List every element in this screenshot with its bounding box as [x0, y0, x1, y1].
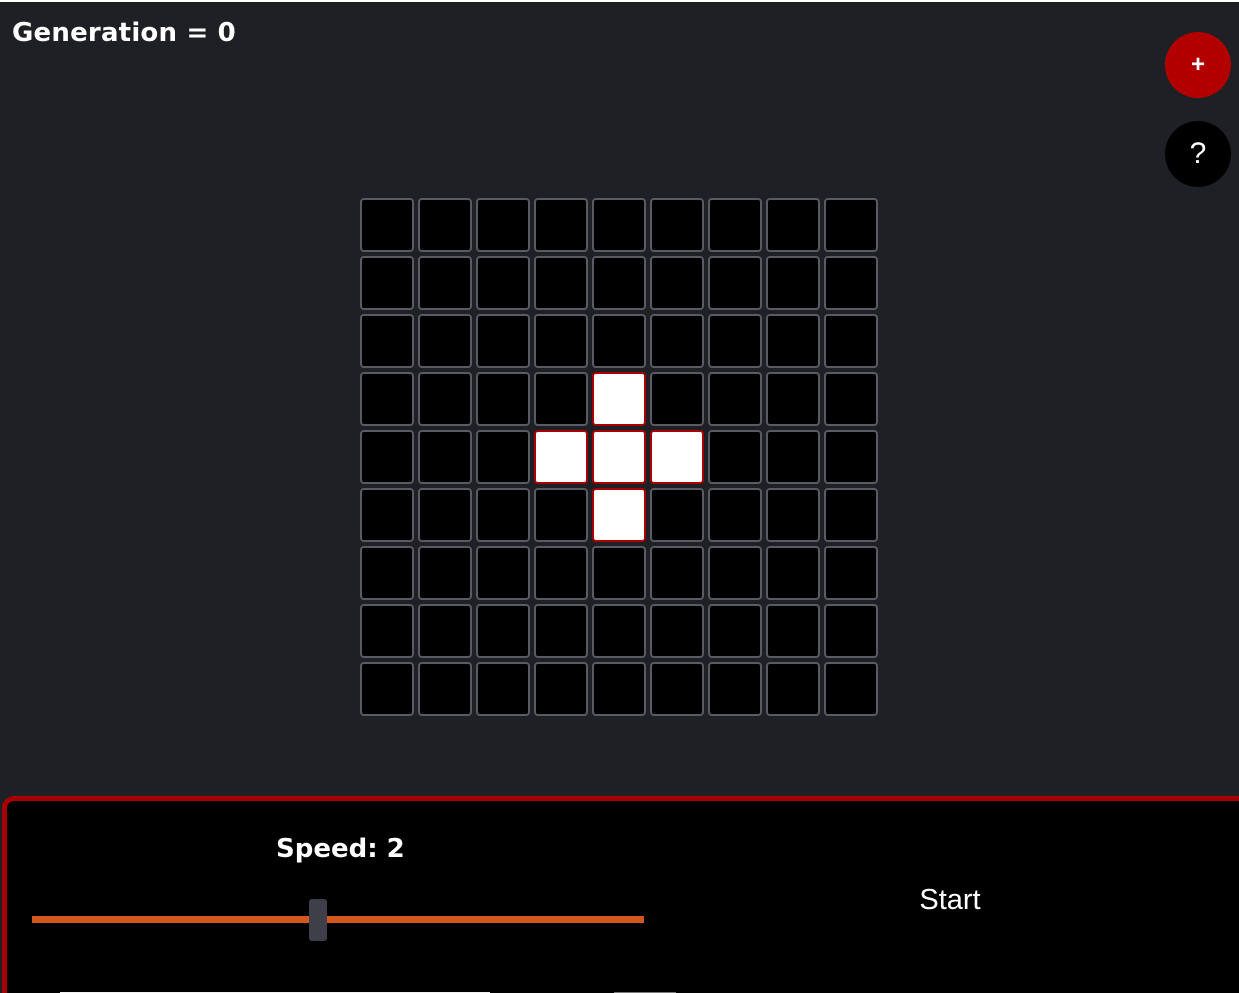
grid-cell[interactable] [824, 604, 878, 658]
grid-cell[interactable] [476, 198, 530, 252]
grid-cell[interactable] [650, 488, 704, 542]
grid-cell[interactable] [650, 662, 704, 716]
grid-cell[interactable] [824, 314, 878, 368]
grid-cell[interactable] [360, 314, 414, 368]
grid-cell[interactable] [360, 256, 414, 310]
grid-cell-alive[interactable] [592, 488, 646, 542]
grid-cell[interactable] [360, 604, 414, 658]
grid-cell[interactable] [476, 488, 530, 542]
grid-cell[interactable] [708, 372, 762, 426]
grid-cell[interactable] [650, 314, 704, 368]
grid-cell[interactable] [418, 372, 472, 426]
add-button[interactable]: + [1165, 32, 1231, 98]
grid-cell[interactable] [592, 198, 646, 252]
grid-cell[interactable] [418, 430, 472, 484]
grid-cell[interactable] [534, 256, 588, 310]
grid-cell[interactable] [534, 314, 588, 368]
grid-cell[interactable] [824, 198, 878, 252]
grid-cell[interactable] [708, 198, 762, 252]
grid-cell[interactable] [418, 488, 472, 542]
slider-track[interactable] [32, 916, 644, 923]
grid-cell[interactable] [650, 372, 704, 426]
grid-cell[interactable] [360, 488, 414, 542]
grid-cell[interactable] [650, 604, 704, 658]
grid-cell[interactable] [418, 546, 472, 600]
grid-cell[interactable] [534, 372, 588, 426]
plus-icon: + [1190, 51, 1205, 78]
grid-cell[interactable] [476, 604, 530, 658]
grid-cell[interactable] [650, 546, 704, 600]
grid-cell[interactable] [766, 314, 820, 368]
grid-cell[interactable] [650, 198, 704, 252]
grid-cell-alive[interactable] [592, 430, 646, 484]
grid-cell[interactable] [534, 546, 588, 600]
life-grid [360, 198, 882, 720]
grid-cell[interactable] [766, 198, 820, 252]
grid-cell[interactable] [418, 256, 472, 310]
grid-cell[interactable] [476, 256, 530, 310]
grid-cell[interactable] [592, 314, 646, 368]
grid-cell[interactable] [708, 488, 762, 542]
grid-cell[interactable] [476, 662, 530, 716]
grid-cell[interactable] [534, 604, 588, 658]
grid-cell[interactable] [766, 662, 820, 716]
grid-cell[interactable] [824, 662, 878, 716]
grid-cell[interactable] [360, 430, 414, 484]
grid-cell[interactable] [824, 546, 878, 600]
start-button[interactable]: Start [900, 878, 1000, 922]
slider-thumb[interactable] [308, 899, 327, 941]
grid-cell[interactable] [360, 372, 414, 426]
grid-cell[interactable] [766, 256, 820, 310]
grid-cell[interactable] [476, 546, 530, 600]
grid-cell[interactable] [708, 604, 762, 658]
grid-cell[interactable] [708, 314, 762, 368]
question-mark-icon: ? [1189, 137, 1207, 170]
grid-cell[interactable] [766, 488, 820, 542]
grid-cell[interactable] [418, 314, 472, 368]
grid-cell[interactable] [534, 662, 588, 716]
grid-cell[interactable] [708, 256, 762, 310]
grid-cell[interactable] [766, 604, 820, 658]
grid-cell[interactable] [418, 198, 472, 252]
grid-cell[interactable] [476, 430, 530, 484]
control-panel [2, 796, 1239, 993]
grid-cell[interactable] [592, 604, 646, 658]
grid-cell[interactable] [824, 430, 878, 484]
grid-cell[interactable] [534, 198, 588, 252]
grid-cell[interactable] [360, 546, 414, 600]
grid-cell[interactable] [360, 662, 414, 716]
grid-cell[interactable] [708, 430, 762, 484]
grid-cell[interactable] [766, 430, 820, 484]
grid-cell[interactable] [592, 662, 646, 716]
app-root: Generation = 0 + ? Speed: 2 Start [0, 0, 1239, 993]
grid-cell[interactable] [418, 662, 472, 716]
grid-cell[interactable] [360, 198, 414, 252]
speed-label: Speed: 2 [276, 834, 405, 864]
help-button[interactable]: ? [1165, 121, 1231, 187]
grid-cell[interactable] [824, 372, 878, 426]
grid-cell-alive[interactable] [534, 430, 588, 484]
grid-cell[interactable] [534, 488, 588, 542]
grid-cell[interactable] [824, 488, 878, 542]
generation-counter: Generation = 0 [12, 18, 236, 48]
grid-cell[interactable] [766, 546, 820, 600]
grid-cell[interactable] [476, 372, 530, 426]
grid-cell[interactable] [708, 662, 762, 716]
grid-cell[interactable] [824, 256, 878, 310]
grid-cell[interactable] [418, 604, 472, 658]
grid-cell[interactable] [476, 314, 530, 368]
grid-cell-alive[interactable] [650, 430, 704, 484]
grid-cell[interactable] [766, 372, 820, 426]
grid-cell[interactable] [592, 256, 646, 310]
grid-cell[interactable] [592, 546, 646, 600]
grid-cell[interactable] [650, 256, 704, 310]
grid-cell-alive[interactable] [592, 372, 646, 426]
grid-cell[interactable] [708, 546, 762, 600]
speed-slider[interactable] [32, 899, 644, 941]
